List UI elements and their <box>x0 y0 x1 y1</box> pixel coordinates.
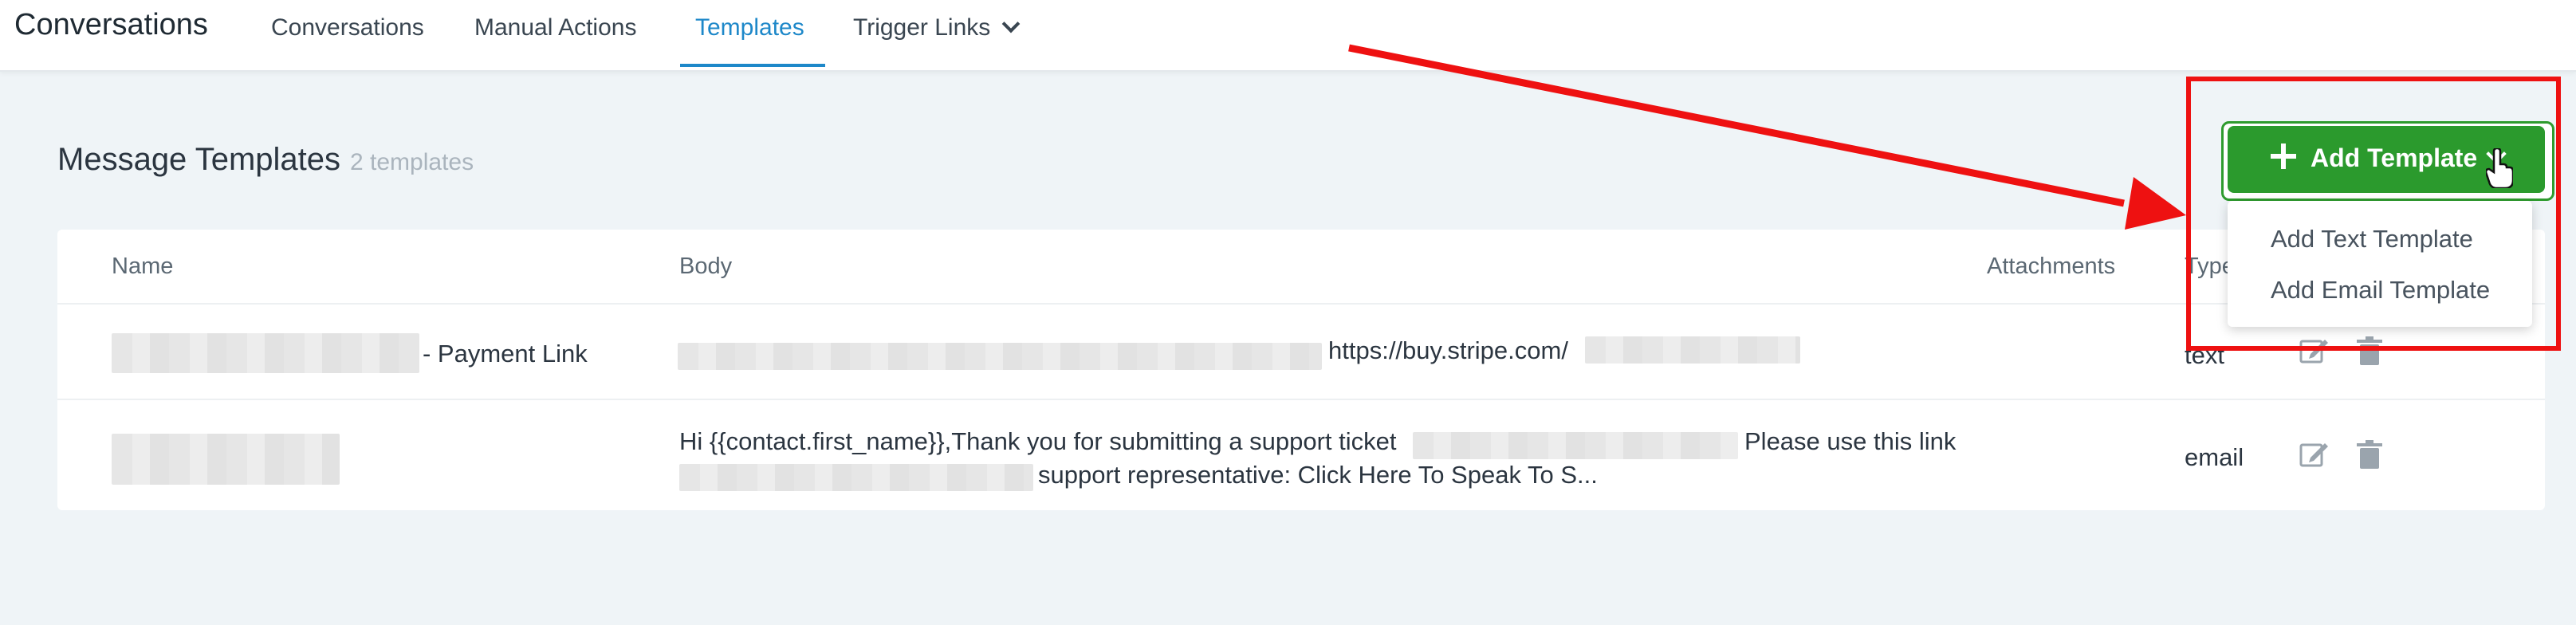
row-name-suffix: - Payment Link <box>423 340 588 368</box>
redacted-name <box>112 333 419 373</box>
column-header-attachments[interactable]: Attachments <box>1987 254 2115 280</box>
page-title: Message Templates 2 templates <box>57 142 474 178</box>
template-count: 2 templates <box>350 149 474 175</box>
redacted-body <box>1413 432 1738 459</box>
column-header-body[interactable]: Body <box>679 254 732 280</box>
row-body-line2: support representative: Click Here To Sp… <box>1038 461 1598 489</box>
chevron-down-icon <box>1001 14 1021 33</box>
edit-icon[interactable] <box>2298 438 2330 470</box>
row-divider <box>57 399 2545 400</box>
redacted-body <box>679 464 1033 491</box>
tab-trigger-links-label: Trigger Links <box>853 14 991 41</box>
page-title-text: Message Templates <box>57 142 340 177</box>
row-body-line1: Hi {{contact.first_name}},Thank you for … <box>679 427 1397 455</box>
row-type: email <box>2185 443 2244 471</box>
tab-templates[interactable]: Templates <box>695 14 804 41</box>
app-title: Conversations <box>14 8 208 41</box>
trash-icon[interactable] <box>2354 438 2385 470</box>
tab-conversations[interactable]: Conversations <box>271 14 424 41</box>
redacted-link <box>1585 336 1800 364</box>
row-body-line1-end: Please use this link <box>1744 427 1957 455</box>
tab-manual-actions[interactable]: Manual Actions <box>474 14 636 41</box>
row-body-link: https://buy.stripe.com/ <box>1328 336 1568 364</box>
header-divider <box>57 303 2545 305</box>
column-header-name[interactable]: Name <box>112 254 173 280</box>
top-nav: Conversations Conversations Manual Actio… <box>0 0 2576 72</box>
tab-trigger-links[interactable]: Trigger Links <box>853 14 1021 41</box>
templates-table: Name Body Attachments Type - Payment Lin… <box>57 230 2545 510</box>
redacted-name <box>112 434 340 485</box>
redacted-body <box>678 343 1322 370</box>
annotation-highlight-box <box>2186 77 2561 351</box>
active-tab-indicator <box>680 64 825 67</box>
